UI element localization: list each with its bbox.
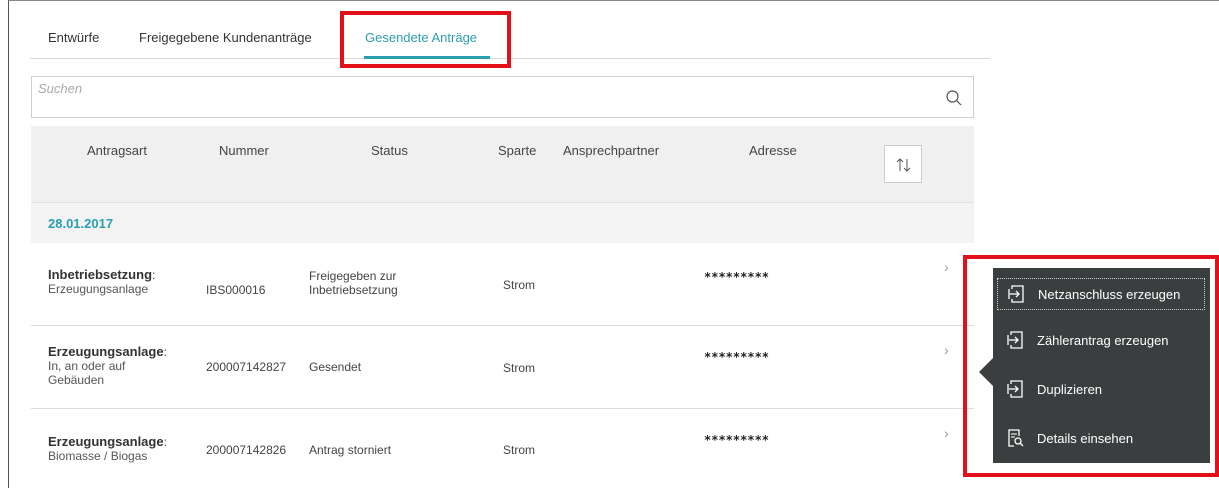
- date-group-header: 28.01.2017: [31, 202, 974, 243]
- search-input[interactable]: [38, 81, 918, 96]
- search-icon[interactable]: [945, 89, 963, 107]
- column-header-ansprechpartner[interactable]: Ansprechpartner: [563, 143, 659, 158]
- table-row[interactable]: Erzeugungsanlage: Biomasse / Biogas 2000…: [31, 409, 974, 488]
- request-type: Erzeugungsanlage: Biomasse / Biogas: [48, 434, 167, 464]
- request-number: 200007142826: [206, 443, 287, 457]
- chevron-right-icon[interactable]: ›: [944, 342, 949, 358]
- sort-arrows-icon: [896, 158, 911, 172]
- sort-button[interactable]: [884, 145, 922, 183]
- column-header-nummer[interactable]: Nummer: [219, 143, 269, 158]
- request-number: 200007142827: [206, 360, 287, 374]
- request-sparte: Strom: [503, 278, 536, 292]
- request-status: Gesendet: [309, 360, 362, 374]
- request-address: *********: [704, 270, 770, 284]
- request-sparte: Strom: [503, 443, 536, 457]
- group-date: 28.01.2017: [48, 216, 114, 231]
- request-type: Inbetriebsetzung: Erzeugungsanlage: [48, 267, 156, 297]
- request-status: Antrag storniert: [309, 443, 392, 457]
- search-box: [31, 76, 974, 118]
- request-type: Erzeugungsanlage: In, an oder auf Gebäud…: [48, 344, 167, 388]
- request-sparte: Strom: [503, 361, 536, 375]
- request-address: *********: [704, 350, 770, 364]
- column-header-adresse[interactable]: Adresse: [749, 143, 797, 158]
- chevron-right-icon[interactable]: ›: [944, 425, 949, 441]
- request-number: IBS000016: [206, 283, 266, 297]
- menu-highlight-box: [963, 255, 1219, 477]
- table-header: Antragsart Nummer Status Sparte Ansprech…: [31, 126, 974, 202]
- request-status: Freigegeben zur Inbetriebsetzung: [309, 269, 398, 297]
- column-header-sparte[interactable]: Sparte: [498, 143, 536, 158]
- request-address: *********: [704, 433, 770, 447]
- column-header-status[interactable]: Status: [371, 143, 408, 158]
- table-row[interactable]: Inbetriebsetzung: Erzeugungsanlage IBS00…: [31, 243, 974, 326]
- tab-freigegebene-kundenantraege[interactable]: Freigegebene Kundenanträge: [139, 30, 312, 45]
- tab-entwuerfe[interactable]: Entwürfe: [48, 30, 99, 45]
- chevron-right-icon[interactable]: ›: [944, 259, 949, 275]
- table-row[interactable]: Erzeugungsanlage: In, an oder auf Gebäud…: [31, 326, 974, 409]
- tab-highlight-box: [340, 11, 511, 68]
- column-header-antragsart[interactable]: Antragsart: [87, 143, 147, 158]
